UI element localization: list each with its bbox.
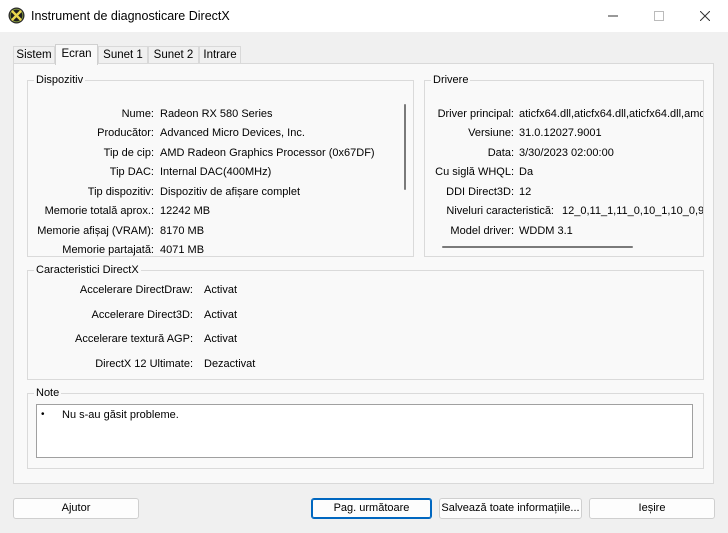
bullet-icon: • — [41, 409, 45, 420]
feature-label: DirectX 12 Ultimate: — [95, 358, 193, 370]
maximize-button[interactable] — [636, 0, 682, 32]
device-label: Tip DAC: — [109, 166, 154, 178]
driver-value: 12 — [519, 186, 532, 198]
device-value: Dispozitiv de afișare complet — [160, 186, 301, 198]
device-value: 12242 MB — [160, 205, 211, 217]
device-label: Producător: — [97, 127, 154, 139]
drivers-group-title: Drivere — [431, 74, 471, 86]
tab-sunet-1[interactable]: Sunet 1 — [98, 46, 148, 63]
device-label: Tip dispozitiv: — [87, 186, 154, 198]
driver-label: Driver principal: — [437, 108, 514, 120]
save-all-button[interactable]: Salvează toate informațiile... — [439, 498, 582, 519]
directx-app-icon — [8, 7, 25, 24]
driver-label: Cu siglă WHQL: — [435, 166, 514, 178]
device-label: Memorie totală aprox.: — [44, 205, 154, 217]
device-label: Memorie afișaj (VRAM): — [37, 225, 154, 237]
driver-value: WDDM 3.1 — [519, 225, 573, 237]
note-item: Nu s-au găsit probleme. — [62, 409, 179, 421]
device-label: Nume: — [121, 108, 154, 120]
next-page-button[interactable]: Pag. următoare — [311, 498, 432, 519]
tab-ecran[interactable]: Ecran — [55, 44, 98, 65]
features-group-title: Caracteristici DirectX — [34, 264, 141, 276]
feature-label: Accelerare DirectDraw: — [79, 284, 193, 296]
device-value: 4071 MB — [160, 244, 205, 256]
minimize-button[interactable] — [590, 0, 636, 32]
drivers-scrollbar[interactable] — [442, 246, 633, 248]
driver-value: 12_0,11_1,11_0,10_1,10_0,9_3,9_2,9_1 — [562, 205, 703, 217]
tab-sistem[interactable]: Sistem — [13, 46, 55, 63]
device-value: Radeon RX 580 Series — [160, 108, 273, 120]
driver-value: Da — [519, 166, 534, 178]
device-value: Internal DAC(400MHz) — [160, 166, 272, 178]
maximize-icon — [654, 11, 664, 21]
device-value: 8170 MB — [160, 225, 205, 237]
feature-label: Accelerare Direct3D: — [91, 309, 193, 321]
feature-value: Dezactivat — [204, 358, 256, 370]
notes-list[interactable]: • Nu s-au găsit probleme. — [36, 404, 693, 458]
driver-label: Niveluri caracteristică: — [446, 205, 554, 217]
feature-label: Accelerare textură AGP: — [75, 333, 193, 345]
device-label: Tip de cip: — [103, 147, 154, 159]
tab-sunet-2[interactable]: Sunet 2 — [148, 46, 199, 63]
feature-value: Activat — [204, 333, 238, 345]
driver-value: 31.0.12027.9001 — [519, 127, 602, 139]
driver-label: Versiune: — [468, 127, 514, 139]
device-value: Advanced Micro Devices, Inc. — [160, 127, 305, 139]
help-button[interactable]: Ajutor — [13, 498, 139, 519]
driver-label: Data: — [487, 147, 514, 159]
close-button[interactable] — [682, 0, 728, 32]
feature-value: Activat — [204, 284, 238, 296]
exit-button[interactable]: Ieșire — [589, 498, 715, 519]
driver-value: 3/30/2023 02:00:00 — [519, 147, 614, 159]
window-title: Instrument de diagnosticare DirectX — [31, 9, 230, 23]
notes-group-title: Note — [34, 387, 62, 399]
driver-label: DDI Direct3D: — [446, 186, 514, 198]
driver-label: Model driver: — [450, 225, 514, 237]
tab-intrare[interactable]: Intrare — [199, 46, 241, 63]
device-group-title: Dispozitiv — [34, 74, 86, 86]
minimize-icon — [608, 11, 618, 21]
device-scrollbar[interactable] — [404, 104, 406, 190]
driver-value: aticfx64.dll,aticfx64.dll,aticfx64.dll,a… — [519, 108, 703, 120]
title-bar[interactable]: Instrument de diagnosticare DirectX — [0, 0, 728, 32]
feature-value: Activat — [204, 309, 238, 321]
device-label: Memorie partajată: — [62, 244, 154, 256]
close-icon — [700, 11, 710, 21]
device-value: AMD Radeon Graphics Processor (0x67DF) — [160, 147, 375, 159]
